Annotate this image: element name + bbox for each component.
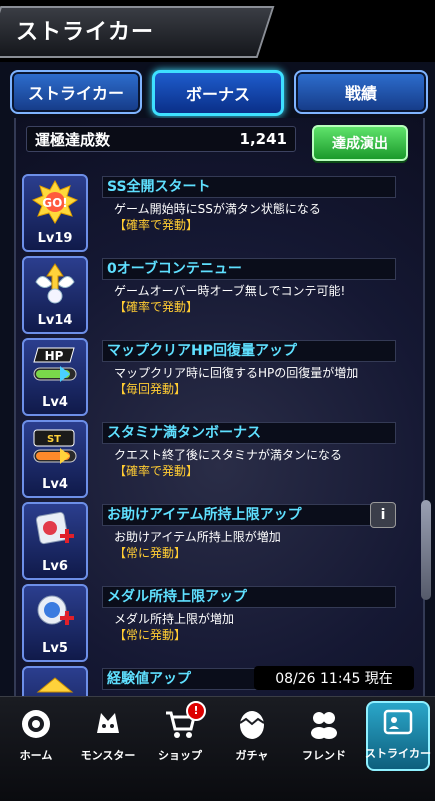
nav-friend[interactable]: フレンド (294, 705, 354, 773)
go-badge-icon: GO! (30, 180, 80, 224)
nav-striker[interactable]: ストライカー (365, 701, 431, 771)
medal-plus-icon (30, 590, 80, 634)
bonus-item[interactable]: Lv14 0オーブコンテニュー ゲームオーバー時オーブ無しでコンテ可能! 【確率… (22, 256, 412, 334)
bonus-name: 経験値アップ (102, 668, 270, 690)
header: ストライカー (0, 0, 435, 62)
achievement-count-box: 運極達成数 1,241 (26, 126, 296, 152)
achievement-effect-button[interactable]: 達成演出 (312, 125, 408, 161)
nav-gacha[interactable]: ガチャ (222, 705, 282, 773)
bonus-level: Lv5 (42, 641, 68, 656)
bonus-item[interactable]: ST Lv4 スタミナ満タンボーナス クエスト終了後にスタミナが満タンになる 【… (22, 420, 412, 498)
svg-text:ST: ST (47, 434, 61, 445)
tab-striker[interactable]: ストライカー (10, 70, 142, 114)
bonus-icon-frame: HP Lv4 (22, 338, 88, 416)
nav-label: フレンド (302, 749, 346, 762)
bonus-description: メダル所持上限が増加 (114, 612, 235, 626)
bonus-condition: 【確率で発動】 (114, 464, 199, 478)
achievement-count-value: 1,241 (239, 130, 287, 148)
bonus-description: お助けアイテム所持上限が増加 (114, 530, 281, 544)
info-button[interactable]: i (370, 502, 396, 528)
bonus-name: お助けアイテム所持上限アップ (102, 504, 396, 526)
achievement-count-label: 運極達成数 (35, 130, 111, 149)
bonus-description: クエスト終了後にスタミナが満タンになる (114, 448, 343, 462)
nav-label: ストライカー (365, 747, 431, 760)
bonus-name: スタミナ満タンボーナス (102, 422, 396, 444)
tab-record[interactable]: 戦績 (294, 70, 428, 114)
tab-bar: ストライカー ボーナス 戦績 (0, 70, 435, 116)
bonus-condition: 【確率で発動】 (114, 300, 199, 314)
bonus-icon-frame: Lv6 (22, 502, 88, 580)
nav-label: ホーム (19, 749, 53, 762)
svg-text:GO!: GO! (42, 196, 68, 210)
home-icon (17, 705, 55, 743)
friends-icon (305, 705, 343, 743)
bonus-level: Lv4 (42, 395, 68, 410)
bonus-icon-frame (22, 666, 88, 696)
bonus-item[interactable]: GO! Lv19 SS全開スタート ゲーム開始時にSSが満タン状態になる 【確率… (22, 174, 412, 252)
bonus-description: マップクリア時に回復するHPの回復量が増加 (114, 366, 359, 380)
bonus-condition: 【毎回発動】 (114, 382, 187, 396)
bonus-condition: 【確率で発動】 (114, 218, 199, 232)
monster-icon (89, 705, 127, 743)
bonus-icon-frame: Lv5 (22, 584, 88, 662)
winged-orb-icon (30, 262, 80, 306)
nav-home[interactable]: ホーム (6, 705, 66, 773)
bonus-item[interactable]: HP Lv4 マップクリアHP回復量アップ マップクリア時に回復するHPの回復量… (22, 338, 412, 416)
striker-card-icon (379, 703, 417, 741)
nav-label: モンスター (80, 749, 136, 762)
bonus-level: Lv19 (37, 231, 73, 246)
bonus-icon-frame: GO! Lv19 (22, 174, 88, 252)
bonus-level: Lv14 (37, 313, 73, 328)
bonus-level: Lv4 (42, 477, 68, 492)
tab-bonus[interactable]: ボーナス (152, 70, 284, 116)
bonus-condition: 【常に発動】 (114, 628, 187, 642)
nav-shop[interactable]: ! ショップ (150, 701, 210, 773)
bonus-name: 0オーブコンテニュー (102, 258, 396, 280)
bonus-icon-frame: Lv14 (22, 256, 88, 334)
nav-label: ガチャ (235, 749, 269, 762)
bonus-icon-frame: ST Lv4 (22, 420, 88, 498)
bonus-description: ゲームオーバー時オーブ無しでコンテ可能! (114, 284, 346, 298)
nav-monster[interactable]: モンスター (78, 705, 138, 773)
gacha-egg-icon (233, 705, 271, 743)
bonus-item[interactable]: Lv5 メダル所持上限アップ メダル所持上限が増加 【常に発動】 (22, 584, 412, 662)
svg-text:HP: HP (45, 349, 64, 363)
nav-label: ショップ (158, 749, 202, 762)
bonus-item[interactable]: Lv6 お助けアイテム所持上限アップ i お助けアイテム所持上限が増加 【常に発… (22, 502, 412, 580)
timestamp: 08/26 11:45 現在 (254, 666, 414, 690)
scrollbar[interactable] (421, 500, 431, 600)
hp-bar-icon: HP (30, 344, 80, 388)
stamina-icon: ST (30, 426, 80, 470)
bonus-name: マップクリアHP回復量アップ (102, 340, 396, 362)
item-box-icon (30, 508, 80, 552)
bonus-condition: 【常に発動】 (114, 546, 187, 560)
bonus-name: メダル所持上限アップ (102, 586, 396, 608)
bottom-nav: ホーム モンスター ! ショップ ガチャ フレンド ストライカー (0, 696, 435, 801)
exp-up-icon (30, 672, 80, 696)
notification-badge: ! (186, 701, 206, 721)
bonus-description: ゲーム開始時にSSが満タン状態になる (114, 202, 321, 216)
bonus-level: Lv6 (42, 559, 68, 574)
page-title: ストライカー (16, 20, 155, 45)
bonus-name: SS全開スタート (102, 176, 396, 198)
